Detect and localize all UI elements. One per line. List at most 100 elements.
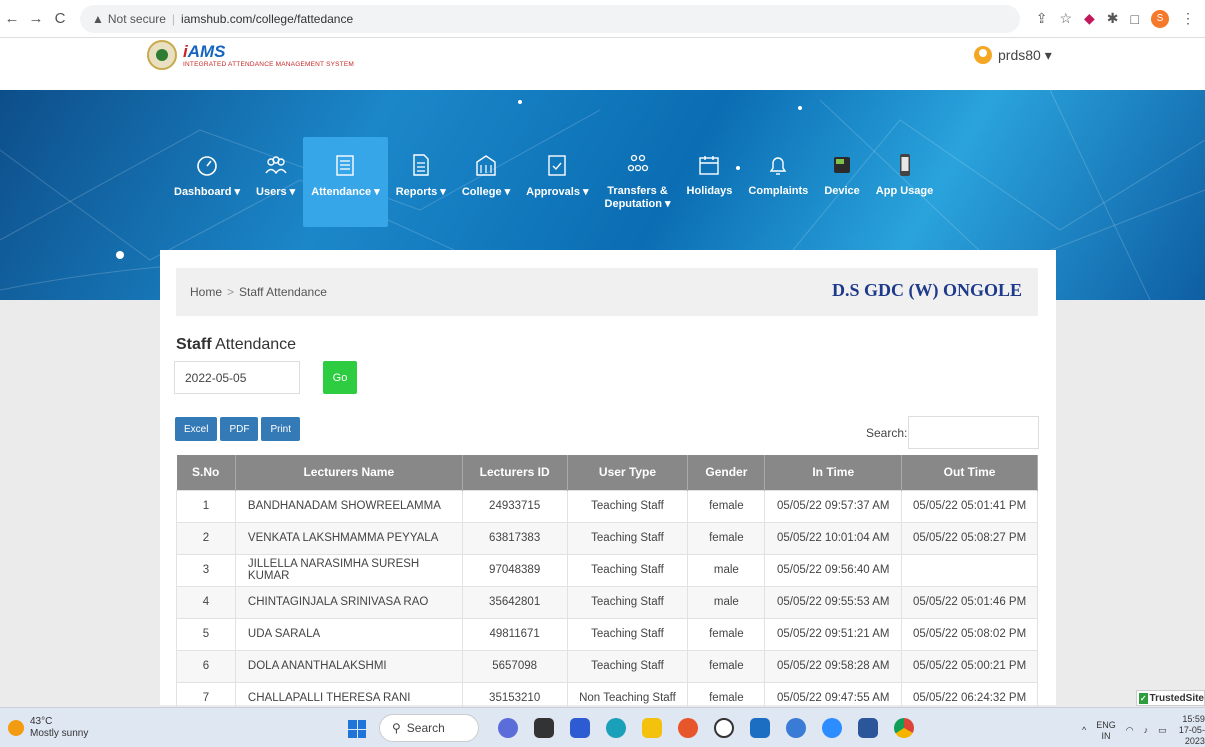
nav-app-usage[interactable]: App Usage xyxy=(868,137,941,227)
table-cell: 05/05/22 05:08:27 PM xyxy=(901,521,1038,555)
check-icon: ✓ xyxy=(1139,692,1148,704)
app-icon-dell[interactable] xyxy=(714,718,734,738)
table-cell: 1 xyxy=(176,489,236,523)
address-bar[interactable]: ▲ Not secure | iamshub.com/college/fatte… xyxy=(80,4,1020,33)
table-cell: Teaching Staff xyxy=(566,553,689,587)
nav-transfers[interactable]: Transfers & Deputation ▾ xyxy=(597,137,679,227)
nav-reports[interactable]: Reports ▾ xyxy=(388,137,454,227)
nav-users[interactable]: Users ▾ xyxy=(248,137,303,227)
table-cell: 24933715 xyxy=(461,489,568,523)
app-icon-mail[interactable] xyxy=(750,718,770,738)
column-header[interactable]: Lecturers Name xyxy=(235,455,463,490)
taskbar-search[interactable]: ⚲ Search xyxy=(379,714,479,742)
app-icon-zoom[interactable] xyxy=(822,718,842,738)
app-icon-folder[interactable] xyxy=(642,718,662,738)
username: prds80 ▾ xyxy=(998,46,1052,63)
column-header[interactable]: Lecturers ID xyxy=(462,455,568,490)
puzzle-icon[interactable]: ✱ xyxy=(1107,10,1119,27)
app-icon-chrome[interactable] xyxy=(894,718,914,738)
nav-attendance[interactable]: Attendance ▾ xyxy=(303,137,388,227)
star-icon[interactable]: ☆ xyxy=(1059,10,1072,27)
app-icon-edge[interactable] xyxy=(606,718,626,738)
app-icon-chat[interactable] xyxy=(570,718,590,738)
table-cell: 05/05/22 05:00:21 PM xyxy=(901,649,1038,683)
weather-text: Mostly sunny xyxy=(30,728,89,739)
date-input[interactable]: 2022-05-05 xyxy=(174,361,300,394)
clock[interactable]: 15:59 17-05-2023 xyxy=(1177,714,1205,747)
pdf-button[interactable]: PDF xyxy=(220,417,259,441)
column-header[interactable]: User Type xyxy=(567,455,689,490)
table-cell: female xyxy=(687,521,766,555)
nav-device[interactable]: Device xyxy=(816,137,867,227)
table-row: 4 CHINTAGINJALA SRINIVASA RAO 35642801 Teac… xyxy=(176,585,1038,619)
sidepanel-icon[interactable]: □ xyxy=(1131,11,1139,27)
excel-button[interactable]: Excel xyxy=(175,417,218,441)
forward-icon[interactable]: → xyxy=(24,10,48,27)
page-title: Staff Attendance xyxy=(176,336,297,353)
address-separator: | xyxy=(171,11,176,26)
profile-avatar[interactable]: S xyxy=(1151,9,1169,28)
calendar-icon xyxy=(699,156,720,175)
user-menu[interactable]: prds80 ▾ xyxy=(974,46,1052,64)
column-header[interactable]: In Time xyxy=(764,455,903,490)
nav-complaints[interactable]: Complaints xyxy=(740,137,816,227)
chevron-up-icon[interactable]: ^ xyxy=(1082,725,1086,736)
column-header[interactable]: Gender xyxy=(687,455,766,490)
app-icon-bing[interactable] xyxy=(498,718,518,738)
column-header[interactable]: S.No xyxy=(176,455,236,490)
taskbar: 43°C Mostly sunny ⚲ Search ^ ENG IN ◠ ♪ ▭… xyxy=(0,707,1205,747)
table-cell: 5 xyxy=(176,617,236,651)
table-cell: 63817383 xyxy=(461,521,568,555)
print-button[interactable]: Print xyxy=(261,417,301,441)
app-icon-terminal[interactable] xyxy=(534,718,554,738)
transfers-icon xyxy=(627,154,648,172)
table-cell: Teaching Staff xyxy=(566,585,689,619)
gauge-icon xyxy=(197,156,217,176)
approvals-icon xyxy=(548,155,567,176)
wifi-icon[interactable]: ◠ xyxy=(1126,725,1134,736)
search-input[interactable] xyxy=(908,416,1039,449)
battery-icon[interactable]: ▭ xyxy=(1158,725,1167,736)
table-cell: 05/05/22 09:56:40 AM xyxy=(764,553,903,587)
nav-college[interactable]: College ▾ xyxy=(454,137,518,227)
attendance-icon xyxy=(336,155,355,176)
nav-dashboard[interactable]: Dashboard ▾ xyxy=(166,137,248,227)
search-label: Search: xyxy=(866,426,908,440)
table-cell: JILLELLA NARASIMHA SURESH KUMAR xyxy=(234,553,463,587)
system-tray: ^ ENGIN ◠ ♪ ▭ 15:59 17-05-2023 2 xyxy=(1082,714,1205,747)
table-cell: 2 xyxy=(176,521,236,555)
column-header[interactable]: Out Time xyxy=(901,455,1038,490)
extension-icon[interactable]: ◆ xyxy=(1084,10,1095,27)
table-header-row: S.No Lecturers Name Lecturers ID User Ty… xyxy=(176,455,1038,490)
back-icon[interactable]: ← xyxy=(0,10,24,27)
device-icon xyxy=(834,157,851,173)
volume-icon[interactable]: ♪ xyxy=(1144,725,1149,736)
table-cell: 35642801 xyxy=(461,585,568,619)
table-cell: 4 xyxy=(176,585,236,619)
logo[interactable]: iAMS INTEGRATED ATTENDANCE MANAGEMENT SY… xyxy=(147,40,354,70)
app-icon-firefox[interactable] xyxy=(678,718,698,738)
users-icon xyxy=(265,156,287,175)
temperature: 43°C xyxy=(30,716,53,727)
menu-icon[interactable]: ⋮ xyxy=(1181,10,1195,27)
language-indicator[interactable]: ENG IN xyxy=(1096,720,1116,742)
reload-icon[interactable]: C xyxy=(48,10,72,27)
nav-approvals[interactable]: Approvals ▾ xyxy=(518,137,596,227)
college-name: D.S GDC (W) ONGOLE xyxy=(831,280,1022,300)
breadcrumb-current: Staff Attendance xyxy=(239,285,327,299)
url-text[interactable]: iamshub.com/college/fattedance xyxy=(181,12,353,26)
taskbar-apps xyxy=(498,718,914,738)
table-cell: CHINTAGINJALA SRINIVASA RAO xyxy=(234,585,463,619)
app-icon-word[interactable] xyxy=(858,718,878,738)
table-cell: 05/05/22 05:01:46 PM xyxy=(901,585,1038,619)
trustedsite-badge[interactable]: ✓ TrustedSite xyxy=(1136,690,1205,706)
table-cell: 05/05/22 05:01:41 PM xyxy=(901,489,1038,523)
table-cell: 05/05/22 09:57:37 AM xyxy=(764,489,903,523)
app-icon-settings[interactable] xyxy=(786,718,806,738)
go-button[interactable]: Go xyxy=(323,361,357,394)
share-icon[interactable]: ⇪ xyxy=(1036,10,1048,27)
weather-widget[interactable]: 43°C Mostly sunny xyxy=(8,716,88,740)
windows-start-icon[interactable] xyxy=(348,720,366,738)
nav-holidays[interactable]: Holidays xyxy=(679,137,741,227)
breadcrumb-home[interactable]: Home xyxy=(190,285,222,299)
